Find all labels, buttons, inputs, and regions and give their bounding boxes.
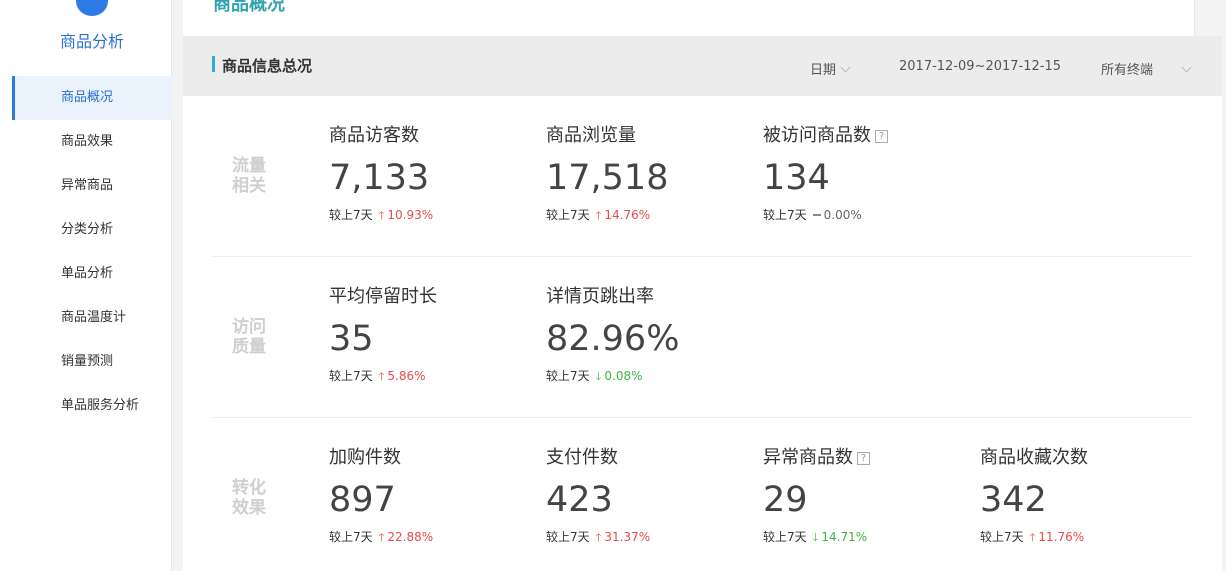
- compare-label: 较上7天: [546, 530, 590, 544]
- compare-label: 较上7天: [329, 369, 373, 383]
- section-header: 商品信息总况 日期 2017-12-09~2017-12-15 所有终端: [183, 36, 1222, 96]
- metric-name: 商品访客数: [329, 125, 419, 146]
- metric-card: 详情页跳出率 82.96% 较上7天 🡓 0.08%: [546, 285, 746, 387]
- metric-value: 134: [763, 158, 830, 198]
- metric-card: 异常商品数? 29 较上7天 🡓 14.71%: [763, 446, 963, 548]
- metric-change: 14.76%: [604, 208, 651, 222]
- metric-card: 加购件数 897 较上7天 🡑 22.88%: [329, 446, 529, 548]
- metric-change: 22.88%: [387, 530, 434, 544]
- metric-card: 被访问商品数? 134 较上7天 0.00%: [763, 124, 963, 223]
- metric-value: 7,133: [329, 158, 430, 198]
- help-icon[interactable]: ?: [875, 130, 888, 143]
- section-accent: [212, 56, 215, 72]
- metric-name: 异常商品数: [763, 447, 853, 468]
- compare-label: 较上7天: [546, 369, 590, 383]
- flat-trend-icon: [812, 213, 821, 216]
- compare-label: 较上7天: [980, 530, 1024, 544]
- group-label: 流量相关: [232, 156, 266, 196]
- date-type-label: 日期: [810, 63, 837, 78]
- metric-value: 423: [546, 480, 613, 520]
- arrow-down-icon: 🡓: [812, 531, 819, 544]
- arrow-up-icon: 🡑: [595, 209, 602, 222]
- sidebar-nav: 商品概况 商品效果 异常商品 分类分析 单品分析 商品温度计 销量预测 单品服务…: [12, 76, 172, 428]
- metric-group-visit-quality: 访问质量 平均停留时长 35 较上7天 🡑 5.86% 详情页跳出率 82.96% …: [212, 257, 1192, 418]
- metric-name: 支付件数: [546, 447, 618, 468]
- arrow-up-icon: 🡑: [378, 209, 385, 222]
- date-range-value: 2017-12-09~2017-12-15: [899, 59, 1061, 74]
- metric-name: 加购件数: [329, 447, 401, 468]
- metric-value: 29: [763, 480, 808, 520]
- arrow-up-icon: 🡑: [378, 531, 385, 544]
- terminal-value: 所有终端: [1101, 63, 1154, 78]
- sidebar-title: 商品分析: [59, 32, 124, 51]
- compare-label: 较上7天: [763, 530, 807, 544]
- sidebar-item-sales-forecast[interactable]: 销量预测: [12, 340, 172, 384]
- metric-card: 支付件数 423 较上7天 🡑 31.37%: [546, 446, 746, 548]
- metric-name: 商品浏览量: [546, 125, 636, 146]
- date-type-dropdown[interactable]: 日期: [810, 59, 851, 78]
- metric-value: 342: [980, 480, 1047, 520]
- sidebar-item-single-product-service[interactable]: 单品服务分析: [12, 384, 172, 428]
- page-title: 商品概况: [213, 0, 285, 15]
- product-analysis-icon: [76, 0, 108, 16]
- metrics-panel: 流量相关 商品访客数 7,133 较上7天 🡑 10.93% 商品浏览量 17,51…: [183, 96, 1222, 571]
- compare-label: 较上7天: [546, 208, 590, 222]
- group-label: 访问质量: [232, 317, 266, 357]
- metric-value: 17,518: [546, 158, 669, 198]
- compare-label: 较上7天: [329, 208, 373, 222]
- metric-value: 35: [329, 319, 374, 359]
- page-header: 商品概况: [183, 0, 1195, 36]
- metric-change: 10.93%: [387, 208, 434, 222]
- arrow-up-icon: 🡑: [378, 370, 385, 383]
- metric-change: 0.00%: [823, 208, 862, 222]
- metric-name: 详情页跳出率: [546, 286, 654, 307]
- group-label: 转化效果: [232, 478, 266, 518]
- metric-change: 11.76%: [1038, 530, 1085, 544]
- arrow-up-icon: 🡑: [595, 531, 602, 544]
- metric-name: 商品收藏次数: [980, 447, 1088, 468]
- compare-label: 较上7天: [329, 530, 373, 544]
- metric-group-conversion: 转化效果 加购件数 897 较上7天 🡑 22.88% 支付件数 423 较上7天 🡑…: [212, 418, 1192, 571]
- section-title: 商品信息总况: [222, 57, 313, 75]
- sidebar: 商品分析 商品概况 商品效果 异常商品 分类分析 单品分析 商品温度计 销量预测…: [0, 0, 172, 571]
- chevron-down-icon: [840, 62, 851, 73]
- metric-value: 897: [329, 480, 396, 520]
- sidebar-item-abnormal-products[interactable]: 异常商品: [12, 164, 172, 208]
- arrow-down-icon: 🡓: [595, 370, 602, 383]
- terminal-dropdown[interactable]: 所有终端: [1101, 59, 1192, 78]
- help-icon[interactable]: ?: [857, 452, 870, 465]
- compare-label: 较上7天: [763, 208, 807, 222]
- metric-name: 被访问商品数: [763, 125, 871, 146]
- metric-change: 14.71%: [821, 530, 868, 544]
- date-range-picker[interactable]: 2017-12-09~2017-12-15: [899, 59, 1061, 74]
- metric-change: 31.37%: [604, 530, 651, 544]
- metric-change: 0.08%: [604, 369, 643, 383]
- metric-card: 平均停留时长 35 较上7天 🡑 5.86%: [329, 285, 529, 387]
- metric-card: 商品访客数 7,133 较上7天 🡑 10.93%: [329, 124, 529, 226]
- metric-change: 5.86%: [387, 369, 426, 383]
- chevron-down-icon: [1181, 62, 1192, 73]
- metric-card: 商品收藏次数 342 较上7天 🡑 11.76%: [980, 446, 1180, 548]
- arrow-up-icon: 🡑: [1029, 531, 1036, 544]
- sidebar-item-product-thermometer[interactable]: 商品温度计: [12, 296, 172, 340]
- metric-group-traffic: 流量相关 商品访客数 7,133 较上7天 🡑 10.93% 商品浏览量 17,51…: [212, 96, 1192, 257]
- sidebar-item-product-effect[interactable]: 商品效果: [12, 120, 172, 164]
- sidebar-item-single-product-analysis[interactable]: 单品分析: [12, 252, 172, 296]
- sidebar-item-category-analysis[interactable]: 分类分析: [12, 208, 172, 252]
- metric-value: 82.96%: [546, 319, 680, 359]
- metric-card: 商品浏览量 17,518 较上7天 🡑 14.76%: [546, 124, 746, 226]
- sidebar-item-product-overview[interactable]: 商品概况: [12, 76, 172, 120]
- metric-name: 平均停留时长: [329, 286, 437, 307]
